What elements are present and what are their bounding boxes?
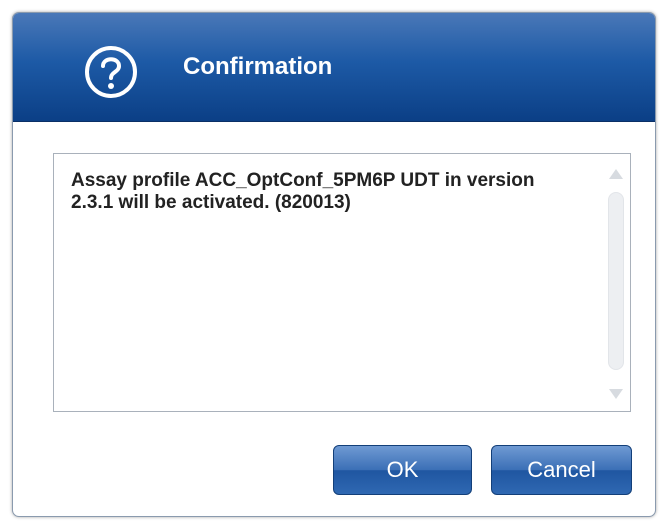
ok-button[interactable]: OK xyxy=(333,445,472,495)
message-text: Assay profile ACC_OptConf_5PM6P UDT in v… xyxy=(71,170,535,213)
scroll-down-arrow-icon[interactable] xyxy=(609,389,623,399)
scrollbar-thumb[interactable] xyxy=(608,192,624,370)
message-scrollbar[interactable] xyxy=(606,164,626,401)
question-help-icon xyxy=(85,46,137,98)
dialog-titlebar: Confirmation xyxy=(13,13,655,122)
cancel-button[interactable]: Cancel xyxy=(491,445,632,495)
dialog-title: Confirmation xyxy=(183,53,333,80)
scroll-up-arrow-icon[interactable] xyxy=(609,169,623,179)
message-area: Assay profile ACC_OptConf_5PM6P UDT in v… xyxy=(53,153,631,412)
confirmation-dialog: Confirmation Assay profile ACC_OptConf_5… xyxy=(12,12,656,517)
